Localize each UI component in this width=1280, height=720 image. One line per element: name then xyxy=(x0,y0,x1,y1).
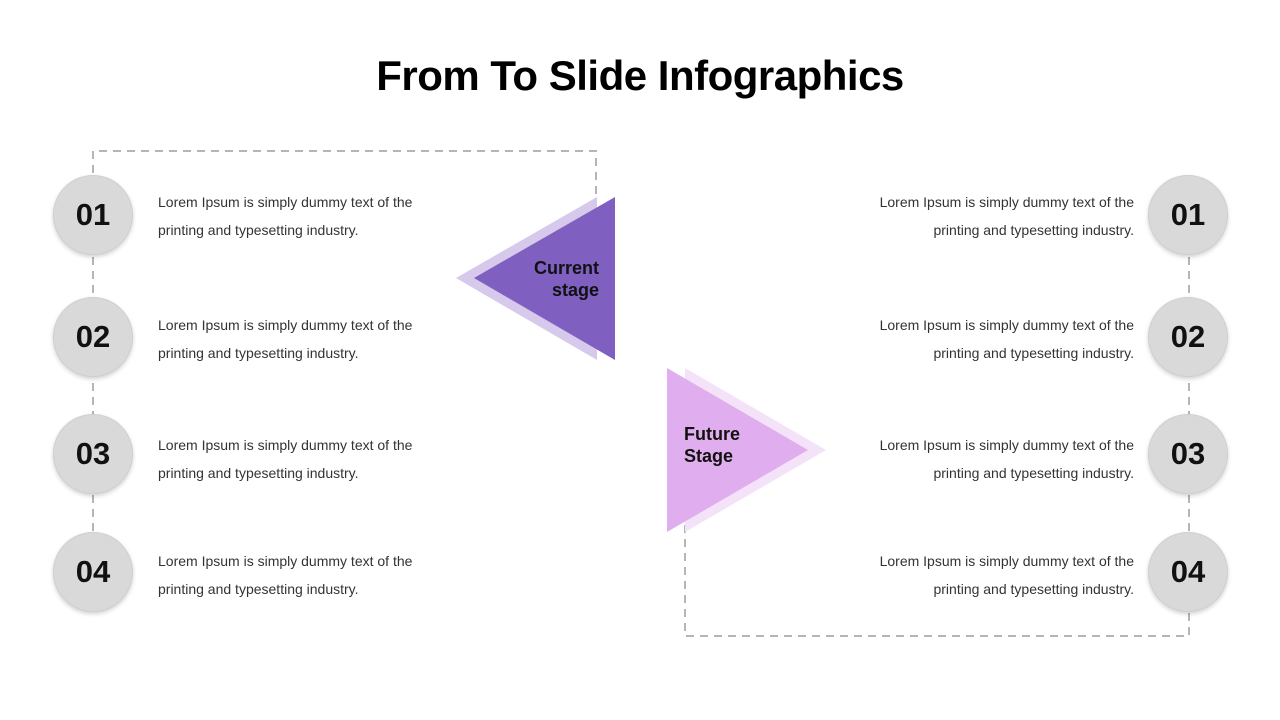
right-step-description: Lorem Ipsum is simply dummy text of the … xyxy=(854,431,1134,487)
desc-line: Lorem Ipsum is simply dummy text of the xyxy=(879,194,1134,210)
desc-line: Lorem Ipsum is simply dummy text of the xyxy=(158,553,413,569)
desc-line: printing and typesetting industry. xyxy=(158,222,359,238)
future-stage-label-line1: Future xyxy=(684,424,740,444)
left-step-number: 03 xyxy=(53,414,133,494)
left-step-number: 01 xyxy=(53,175,133,255)
desc-line: Lorem Ipsum is simply dummy text of the xyxy=(158,194,413,210)
future-stage-label: Future Stage xyxy=(684,423,784,467)
right-step-number: 01 xyxy=(1148,175,1228,255)
left-step-description: Lorem Ipsum is simply dummy text of the … xyxy=(158,547,438,603)
desc-line: printing and typesetting industry. xyxy=(933,345,1134,361)
left-step-description: Lorem Ipsum is simply dummy text of the … xyxy=(158,431,438,487)
desc-line: printing and typesetting industry. xyxy=(158,345,359,361)
left-step-description: Lorem Ipsum is simply dummy text of the … xyxy=(158,188,438,244)
current-stage-label-line1: Current xyxy=(533,258,599,278)
current-stage-label: Current stage xyxy=(500,257,599,301)
left-step-number: 04 xyxy=(53,532,133,612)
desc-line: Lorem Ipsum is simply dummy text of the xyxy=(158,437,413,453)
right-step-description: Lorem Ipsum is simply dummy text of the … xyxy=(854,311,1134,367)
right-step-number: 02 xyxy=(1148,297,1228,377)
future-stage-label-line2: Stage xyxy=(684,446,734,466)
desc-line: printing and typesetting industry. xyxy=(933,581,1134,597)
desc-line: printing and typesetting industry. xyxy=(158,465,359,481)
desc-line: printing and typesetting industry. xyxy=(158,581,359,597)
right-step-description: Lorem Ipsum is simply dummy text of the … xyxy=(854,547,1134,603)
current-stage-label-line2: stage xyxy=(551,280,599,300)
right-step-number: 03 xyxy=(1148,414,1228,494)
left-step-description: Lorem Ipsum is simply dummy text of the … xyxy=(158,311,438,367)
desc-line: Lorem Ipsum is simply dummy text of the xyxy=(879,437,1134,453)
right-step-description: Lorem Ipsum is simply dummy text of the … xyxy=(854,188,1134,244)
left-step-number: 02 xyxy=(53,297,133,377)
desc-line: Lorem Ipsum is simply dummy text of the xyxy=(879,553,1134,569)
desc-line: printing and typesetting industry. xyxy=(933,465,1134,481)
desc-line: Lorem Ipsum is simply dummy text of the xyxy=(158,317,413,333)
desc-line: Lorem Ipsum is simply dummy text of the xyxy=(879,317,1134,333)
desc-line: printing and typesetting industry. xyxy=(933,222,1134,238)
right-step-number: 04 xyxy=(1148,532,1228,612)
